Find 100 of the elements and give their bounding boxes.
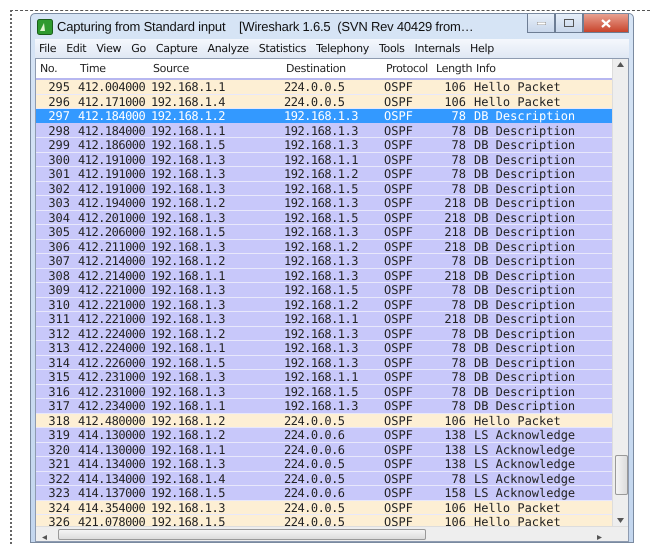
table-cell-text: DB Description xyxy=(473,210,576,224)
column-header[interactable]: Info xyxy=(472,62,612,75)
column-header[interactable]: Time xyxy=(76,62,149,75)
packet-row[interactable]: 295 412.004000 192.168.1.1 224.0.0.5 OSPF 106 Hello Packet xyxy=(36,80,612,94)
menu-item[interactable]: View xyxy=(96,42,122,55)
table-cell-text: 412.224000 xyxy=(77,326,146,340)
table-cell-text: 192.168.1.5 xyxy=(283,210,359,224)
table-cell-text: 224.0.0.5 xyxy=(283,472,346,486)
menu-item[interactable]: Tools xyxy=(379,42,405,55)
maximize-button[interactable] xyxy=(555,14,583,33)
packet-row[interactable]: 314 412.226000 192.168.1.5 192.168.1.3 OSPF 78 DB Description xyxy=(36,356,612,370)
table-cell-text: 315 xyxy=(47,370,71,384)
packet-row[interactable]: 324 414.354000 192.168.1.3 224.0.0.5 OSPF 106 Hello Packet xyxy=(36,500,612,515)
packet-row[interactable]: 298 412.184000 192.168.1.1 192.168.1.3 OSPF 78 DB Description xyxy=(36,124,612,138)
packet-row[interactable]: 300 412.191000 192.168.1.3 192.168.1.1 OSPF 78 DB Description xyxy=(36,152,612,167)
scroll-right-icon[interactable] xyxy=(597,534,604,540)
table-cell-text: 192.168.1.1 xyxy=(150,80,226,94)
packet-row[interactable]: 307 412.214000 192.168.1.2 192.168.1.3 OSPF 78 DB Description xyxy=(36,254,612,268)
packet-row[interactable]: 318 412.480000 192.168.1.2 224.0.0.5 OSPF 106 Hello Packet xyxy=(36,414,612,428)
menu-item[interactable]: Internals xyxy=(414,42,460,55)
minimize-button[interactable] xyxy=(527,14,555,33)
packet-row[interactable]: 303 412.194000 192.168.1.2 192.168.1.3 OSPF 218 DB Description xyxy=(36,196,612,210)
table-cell-text: 414.130000 xyxy=(77,428,146,442)
packet-row[interactable]: 309 412.221000 192.168.1.3 192.168.1.5 OSPF 78 DB Description xyxy=(36,283,612,298)
packet-row[interactable]: 311 412.221000 192.168.1.3 192.168.1.1 OSPF 218 DB Description xyxy=(36,312,612,326)
packet-row[interactable]: 302 412.191000 192.168.1.3 192.168.1.5 OSPF 78 DB Description xyxy=(36,182,612,196)
horizontal-scrollbar[interactable] xyxy=(36,526,628,541)
menu-item[interactable]: Go xyxy=(131,42,146,55)
table-cell-text: 78 xyxy=(450,152,467,166)
column-header[interactable]: Length xyxy=(432,62,472,75)
table-cell-text: OSPF xyxy=(383,80,414,94)
scroll-left-icon[interactable] xyxy=(42,534,49,540)
table-cell-text: OSPF xyxy=(383,268,414,282)
table-cell-text: 421.078000 xyxy=(77,515,146,526)
menu-item[interactable]: Analyze xyxy=(208,42,249,55)
packet-row[interactable]: 304 412.201000 192.168.1.3 192.168.1.5 OSPF 218 DB Description xyxy=(36,210,612,225)
packet-row[interactable]: 296 412.171000 192.168.1.4 224.0.0.5 OSPF 106 Hello Packet xyxy=(36,94,612,109)
packet-row[interactable]: 323 414.137000 192.168.1.5 224.0.0.6 OSPF 158 LS Acknowledge xyxy=(36,486,612,500)
menu-item[interactable]: Capture xyxy=(156,42,198,55)
table-cell-text: 192.168.1.1 xyxy=(283,312,359,326)
table-cell-text: DB Description xyxy=(473,283,576,297)
table-cell-text: 224.0.0.5 xyxy=(283,414,346,428)
packet-row[interactable]: 312 412.224000 192.168.1.2 192.168.1.3 OSPF 78 DB Description xyxy=(36,326,612,341)
table-cell-text: 192.168.1.2 xyxy=(283,167,359,181)
table-cell-text: OSPF xyxy=(383,457,414,471)
menu-item[interactable]: Help xyxy=(470,42,494,55)
packet-row[interactable]: 310 412.221000 192.168.1.3 192.168.1.2 OSPF 78 DB Description xyxy=(36,298,612,312)
table-cell-text: OSPF xyxy=(383,414,414,428)
table-cell-text: 320 xyxy=(47,442,71,456)
scroll-thumb[interactable] xyxy=(615,455,628,495)
scroll-up-icon[interactable] xyxy=(617,62,624,67)
table-cell-text: 319 xyxy=(47,428,71,442)
scroll-thumb[interactable] xyxy=(58,529,426,540)
table-cell-text: 305 xyxy=(47,225,71,239)
menu-item[interactable]: File xyxy=(39,42,56,55)
packet-row[interactable]: 301 412.191000 192.168.1.3 192.168.1.2 OSPF 78 DB Description xyxy=(36,167,612,182)
column-header[interactable]: Destination xyxy=(282,62,382,75)
packet-row[interactable]: 305 412.206000 192.168.1.5 192.168.1.3 OSPF 218 DB Description xyxy=(36,225,612,240)
table-cell-text: 412.171000 xyxy=(77,94,146,108)
packet-row[interactable]: 317 412.234000 192.168.1.1 192.168.1.3 OSPF 78 DB Description xyxy=(36,399,612,414)
packet-row[interactable]: 322 414.134000 192.168.1.4 224.0.0.5 OSPF 78 LS Acknowledge xyxy=(36,472,612,486)
packet-row[interactable]: 313 412.224000 192.168.1.1 192.168.1.3 OSPF 78 DB Description xyxy=(36,341,612,356)
table-cell-text: 218 xyxy=(443,312,467,326)
packet-row[interactable]: 319 414.130000 192.168.1.2 224.0.0.6 OSPF 138 LS Acknowledge xyxy=(36,428,612,442)
packet-row[interactable]: 306 412.211000 192.168.1.3 192.168.1.2 OSPF 218 DB Description xyxy=(36,240,612,254)
table-cell-text: 78 xyxy=(450,298,467,312)
vertical-scrollbar[interactable] xyxy=(612,59,628,526)
table-cell-text: 192.168.1.5 xyxy=(283,283,359,297)
column-header[interactable]: Source xyxy=(149,62,282,75)
table-cell-text: OSPF xyxy=(383,399,414,413)
menu-item[interactable]: Statistics xyxy=(258,42,306,55)
table-cell-text: Hello Packet xyxy=(473,80,562,94)
scroll-down-icon[interactable] xyxy=(617,518,624,523)
menu-item[interactable]: Telephony xyxy=(316,42,369,55)
table-cell-text: DB Description xyxy=(473,268,576,282)
packet-row[interactable]: 299 412.186000 192.168.1.5 192.168.1.3 OSPF 78 DB Description xyxy=(36,138,612,152)
table-cell-text: OSPF xyxy=(383,326,414,340)
packet-row[interactable]: 308 412.214000 192.168.1.1 192.168.1.3 OSPF 218 DB Description xyxy=(36,268,612,283)
table-cell-text: 192.168.1.3 xyxy=(150,457,226,471)
table-cell-text: 224.0.0.6 xyxy=(283,428,346,442)
column-header[interactable]: Protocol xyxy=(382,62,432,75)
table-cell-text: 192.168.1.1 xyxy=(150,399,226,413)
packet-row[interactable]: 320 414.130000 192.168.1.1 224.0.0.6 OSPF 138 LS Acknowledge xyxy=(36,442,612,457)
menu-item[interactable]: Edit xyxy=(66,42,86,55)
table-cell-text: DB Description xyxy=(473,109,576,123)
packet-row[interactable]: 321 414.134000 192.168.1.3 224.0.0.5 OSPF 138 LS Acknowledge xyxy=(36,457,612,472)
packet-row[interactable]: 326 421.078000 192.168.1.5 224.0.0.5 OSPF 106 Hello Packet xyxy=(36,515,612,526)
table-cell-text: 412.004000 xyxy=(77,80,146,94)
column-header[interactable]: No. xyxy=(36,62,76,75)
table-cell-text: DB Description xyxy=(473,225,576,239)
table-cell-text: Hello Packet xyxy=(473,94,562,108)
packet-row[interactable]: 316 412.231000 192.168.1.3 192.168.1.5 OSPF 78 DB Description xyxy=(36,384,612,399)
table-cell-text: 78 xyxy=(450,254,467,268)
close-button[interactable] xyxy=(583,14,629,33)
table-cell-text: 224.0.0.5 xyxy=(283,94,346,108)
table-cell-text: 412.214000 xyxy=(77,268,146,282)
table-cell-text: OSPF xyxy=(383,341,414,355)
packet-row[interactable]: 315 412.231000 192.168.1.3 192.168.1.1 OSPF 78 DB Description xyxy=(36,370,612,384)
table-cell-text: 192.168.1.3 xyxy=(283,341,359,355)
table-cell-text: 312 xyxy=(47,326,71,340)
